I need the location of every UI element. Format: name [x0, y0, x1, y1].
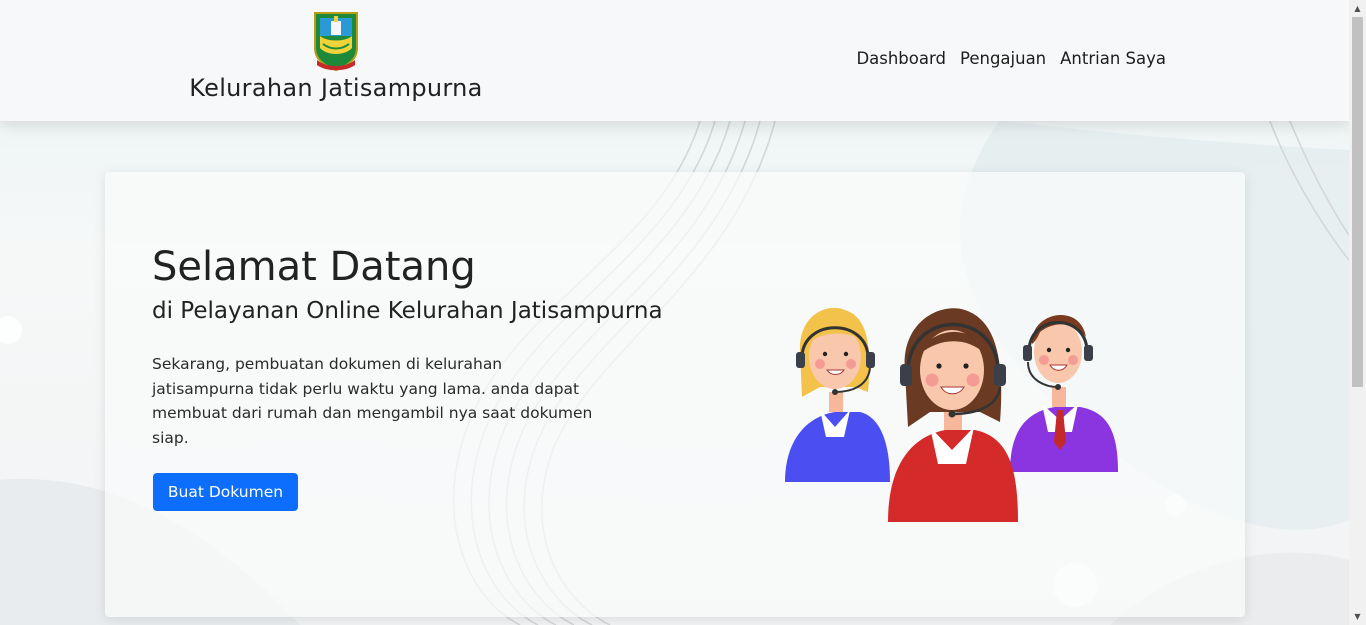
- vertical-scrollbar[interactable]: ▲ ▼: [1349, 0, 1366, 625]
- site-name: Kelurahan Jatisampurna: [189, 74, 483, 102]
- scrollbar-thumb[interactable]: [1352, 17, 1363, 387]
- hero-description: Sekarang, pembuatan dokumen di kelurahan…: [152, 355, 593, 447]
- page: Kelurahan Jatisampurna Dashboard Pengaju…: [0, 0, 1349, 625]
- agent-center: [888, 308, 1018, 522]
- hero-title: Selamat Datang: [152, 244, 476, 290]
- nav-pengajuan[interactable]: Pengajuan: [960, 49, 1046, 68]
- navbar: Kelurahan Jatisampurna Dashboard Pengaju…: [0, 0, 1349, 121]
- hero-subtitle: di Pelayanan Online Kelurahan Jatisampur…: [152, 298, 663, 324]
- nav-dashboard[interactable]: Dashboard: [856, 49, 946, 68]
- buat-dokumen-button[interactable]: Buat Dokumen: [153, 473, 298, 511]
- agent-right: [1010, 314, 1118, 472]
- customer-service-agents-illustration-icon: [785, 307, 1118, 522]
- nav-antrian-saya[interactable]: Antrian Saya: [1060, 49, 1166, 68]
- hero-card: Selamat Datang di Pelayanan Online Kelur…: [105, 172, 1245, 617]
- triangle-down-icon[interactable]: ▼: [1349, 608, 1366, 625]
- kota-bekasi-emblem-icon: [314, 12, 358, 72]
- brand[interactable]: Kelurahan Jatisampurna: [178, 10, 494, 102]
- agent-left: [785, 307, 890, 482]
- triangle-up-icon[interactable]: ▲: [1349, 0, 1366, 17]
- main-nav: Dashboard Pengajuan Antrian Saya: [856, 49, 1166, 68]
